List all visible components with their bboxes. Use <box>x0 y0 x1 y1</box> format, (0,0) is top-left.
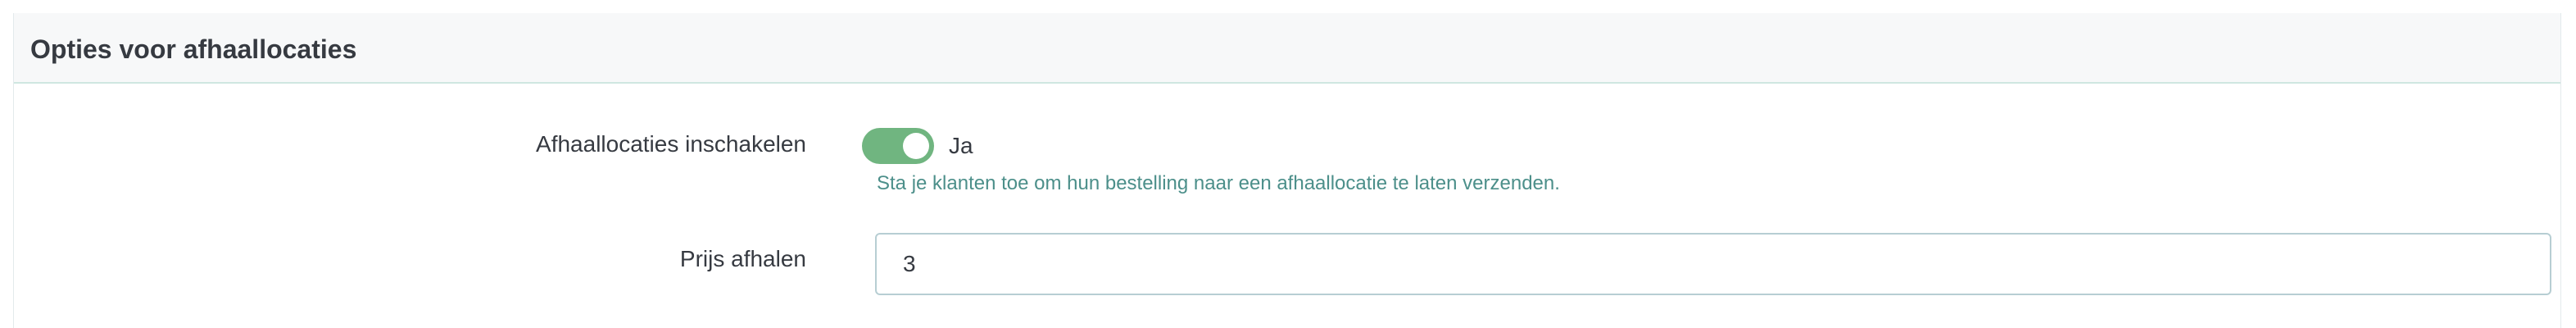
toggle-state-label: Ja <box>949 133 973 158</box>
panel-title: Opties voor afhaallocaties <box>30 34 357 64</box>
pickup-price-label: Prijs afhalen <box>679 246 806 271</box>
toggle-knob <box>903 133 929 159</box>
pickup-price-input[interactable] <box>875 233 2551 295</box>
panel-header: Opties voor afhaallocaties <box>14 13 2560 84</box>
enable-pickup-label: Afhaallocaties inschakelen <box>536 131 806 157</box>
enable-pickup-help-text: Sta je klanten toe om hun bestelling naa… <box>877 172 1560 194</box>
enable-pickup-toggle[interactable] <box>862 128 934 164</box>
